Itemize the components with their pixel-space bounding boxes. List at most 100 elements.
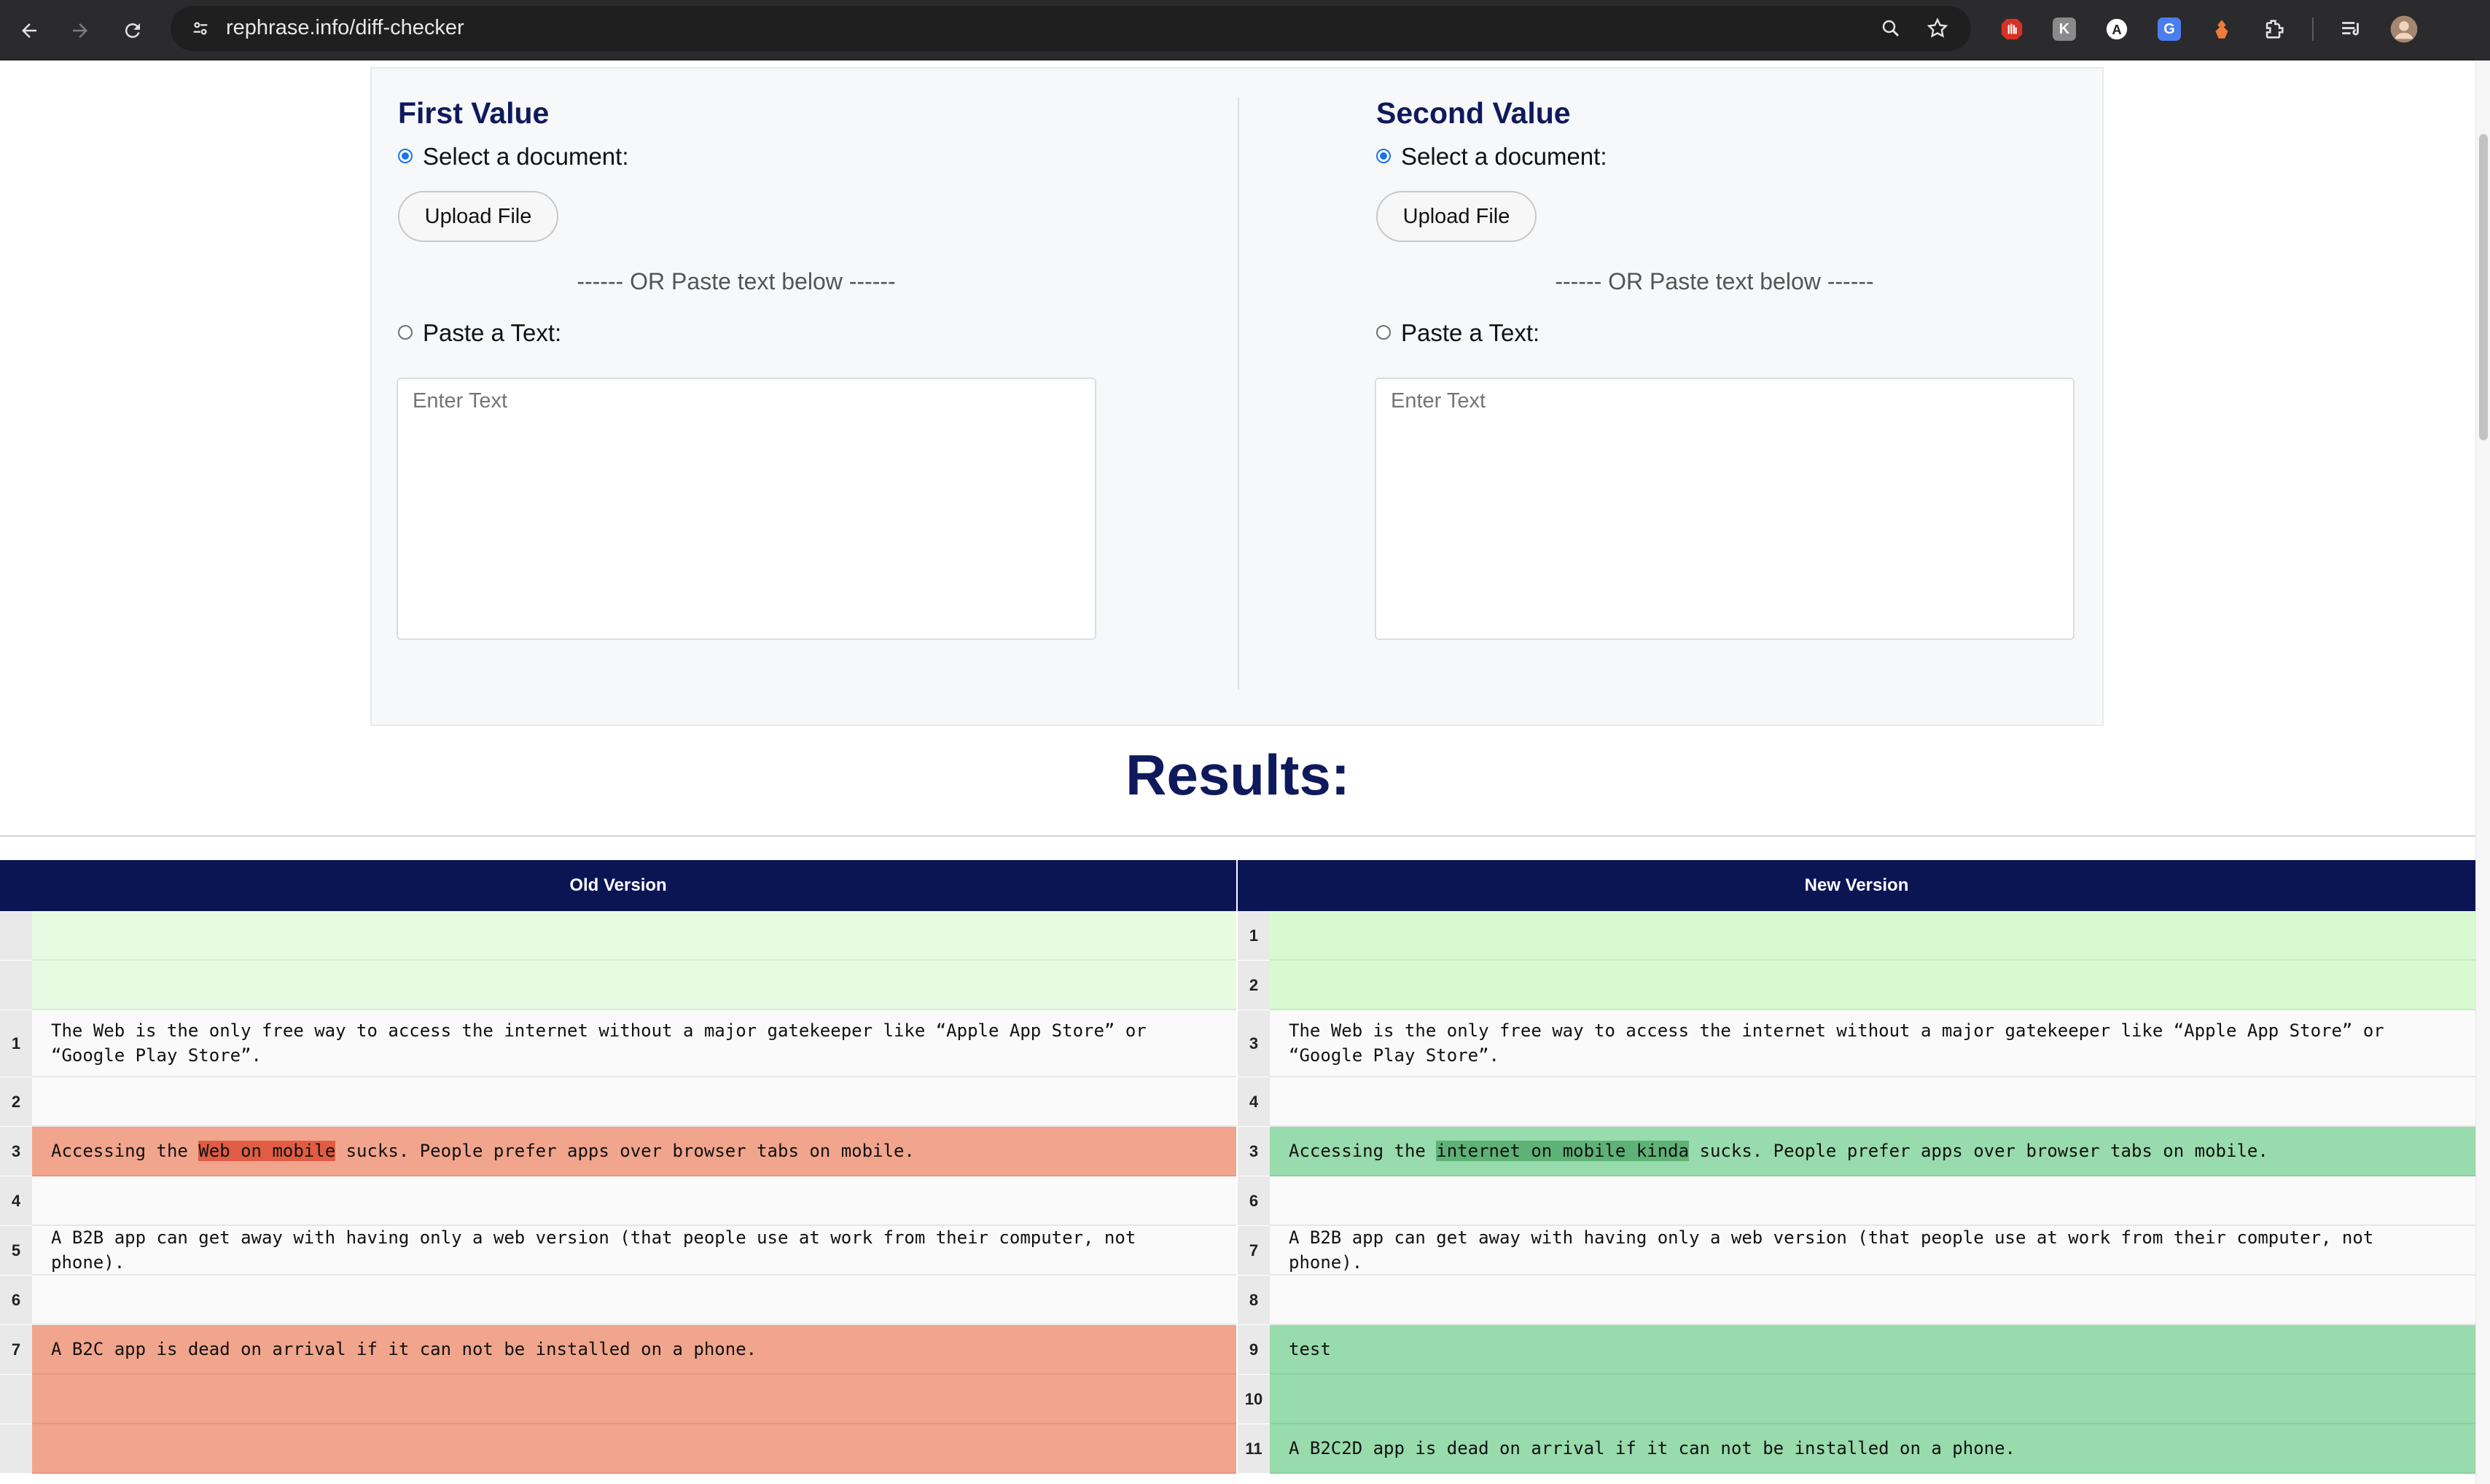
toolbar-divider xyxy=(2312,17,2314,41)
new-line-number: 8 xyxy=(1238,1276,1270,1325)
upload-file-button-1[interactable]: Upload File xyxy=(398,191,558,242)
first-value-textarea[interactable] xyxy=(397,378,1096,640)
first-value-title: First Value xyxy=(398,96,550,130)
old-line-text xyxy=(32,1276,1236,1325)
old-line-number: 3 xyxy=(0,1127,32,1176)
new-line-text: A B2B app can get away with having only … xyxy=(1270,1226,2475,1276)
old-line-text xyxy=(32,911,1236,961)
new-line-text xyxy=(1270,1375,2475,1424)
paste-text-label-2: Paste a Text: xyxy=(1401,319,1540,346)
old-line-number xyxy=(0,961,32,1010)
old-line-text xyxy=(32,1424,1236,1474)
paste-text-radio-1[interactable] xyxy=(398,325,413,340)
new-line-text xyxy=(1270,1176,2475,1226)
old-line-text xyxy=(32,961,1236,1010)
old-line-text xyxy=(32,1077,1236,1127)
new-line-number: 11 xyxy=(1238,1424,1270,1474)
extensions-puzzle-icon[interactable] xyxy=(2260,15,2289,44)
google-translate-icon[interactable]: G xyxy=(2155,15,2184,44)
new-line-text xyxy=(1270,1276,2475,1325)
select-document-label-2: Select a document: xyxy=(1401,143,1607,170)
new-line-number: 3 xyxy=(1238,1127,1270,1176)
adblock-extension-icon[interactable] xyxy=(1997,15,2026,44)
new-line-text xyxy=(1270,961,2475,1010)
line-text-segment: Accessing the xyxy=(1289,1141,1437,1161)
diff-row: 10 xyxy=(0,1375,2475,1424)
back-icon[interactable] xyxy=(10,12,48,50)
diff-row: 68 xyxy=(0,1276,2475,1325)
old-line-text xyxy=(32,1375,1236,1424)
diff-row: 7 A B2C app is dead on arrival if it can … xyxy=(0,1325,2475,1375)
diff-row: 3 Accessing the Web on mobile sucks. Peop… xyxy=(0,1127,2475,1176)
zoom-icon[interactable] xyxy=(1876,14,1905,43)
old-line-number: 6 xyxy=(0,1276,32,1325)
page-scrollbar[interactable] xyxy=(2475,61,2490,1484)
old-line-number: 7 xyxy=(0,1325,32,1375)
forward-icon[interactable] xyxy=(61,12,99,50)
new-line-text xyxy=(1270,911,2475,961)
diff-row: 46 xyxy=(0,1176,2475,1226)
select-document-radio-2[interactable] xyxy=(1376,149,1391,163)
line-text-segment: Accessing the xyxy=(51,1141,199,1161)
paste-text-label-1: Paste a Text: xyxy=(423,319,562,346)
column-divider xyxy=(1238,98,1239,690)
second-value-textarea[interactable] xyxy=(1375,378,2075,640)
extension-a-icon[interactable]: A xyxy=(2102,15,2131,44)
results-divider xyxy=(0,835,2475,837)
line-text-segment: The Web is the only free way to access t… xyxy=(1289,1020,2395,1066)
tab-search-icon[interactable] xyxy=(2337,15,2366,44)
old-line-number: 5 xyxy=(0,1226,32,1276)
new-line-number: 9 xyxy=(1238,1325,1270,1375)
line-text-segment: sucks. People prefer apps over browser t… xyxy=(335,1141,915,1161)
line-text-segment: A B2C app is dead on arrival if it can n… xyxy=(51,1339,757,1359)
old-line-number: 2 xyxy=(0,1077,32,1127)
first-value-column: First Value Select a document: Upload Fi… xyxy=(372,69,1210,725)
or-paste-text-1: ------ OR Paste text below ------ xyxy=(577,268,896,294)
added-text-highlight: internet on mobile kinda xyxy=(1436,1141,1690,1161)
new-line-number: 4 xyxy=(1238,1077,1270,1127)
old-line-text: Accessing the Web on mobile sucks. Peopl… xyxy=(32,1127,1236,1176)
scrollbar-thumb[interactable] xyxy=(2479,134,2488,440)
address-bar[interactable]: rephrase.info/diff-checker xyxy=(171,6,1971,51)
site-info-icon[interactable] xyxy=(185,13,216,44)
line-text-segment: sucks. People prefer apps over browser t… xyxy=(1689,1141,2268,1161)
diff-row: 24 xyxy=(0,1077,2475,1127)
removed-text-highlight: Web on mobile xyxy=(198,1141,336,1161)
extension-k-icon[interactable]: K xyxy=(2050,15,2079,44)
old-version-header: Old Version xyxy=(0,860,1236,911)
select-document-radio-1[interactable] xyxy=(398,149,413,163)
avatar[interactable] xyxy=(2389,15,2419,44)
paste-text-radio-2[interactable] xyxy=(1376,325,1391,340)
line-text-segment: test xyxy=(1289,1339,1331,1359)
old-line-text: A B2C app is dead on arrival if it can n… xyxy=(32,1325,1236,1375)
diff-row: 1 xyxy=(0,911,2475,961)
new-version-header: New Version xyxy=(1238,860,2475,911)
second-value-column: Second Value Select a document: Upload F… xyxy=(1350,69,2188,725)
diff-row: 11 A B2C2D app is dead on arrival if it c… xyxy=(0,1424,2475,1474)
line-text-segment: A B2C2D app is dead on arrival if it can… xyxy=(1289,1438,2015,1458)
line-text-segment: A B2B app can get away with having only … xyxy=(51,1227,1147,1273)
old-line-number: 1 xyxy=(0,1010,32,1077)
diff-input-panel: First Value Select a document: Upload Fi… xyxy=(370,67,2104,726)
new-line-number: 2 xyxy=(1238,961,1270,1010)
url-text[interactable]: rephrase.info/diff-checker xyxy=(226,16,464,40)
new-line-text: Accessing the internet on mobile kinda s… xyxy=(1270,1127,2475,1176)
old-line-text: The Web is the only free way to access t… xyxy=(32,1010,1236,1077)
select-document-label-1: Select a document: xyxy=(423,143,629,170)
old-line-number xyxy=(0,1375,32,1424)
or-paste-text-2: ------ OR Paste text below ------ xyxy=(1555,268,1874,294)
new-line-number: 6 xyxy=(1238,1176,1270,1226)
results-heading: Results: xyxy=(1125,743,1350,807)
new-line-number: 7 xyxy=(1238,1226,1270,1276)
new-line-text xyxy=(1270,1077,2475,1127)
extension-orange-icon[interactable] xyxy=(2207,15,2236,44)
old-line-text: A B2B app can get away with having only … xyxy=(32,1226,1236,1276)
bookmark-star-icon[interactable] xyxy=(1923,14,1952,43)
new-line-number: 3 xyxy=(1238,1010,1270,1077)
new-line-number: 1 xyxy=(1238,911,1270,961)
old-line-number: 4 xyxy=(0,1176,32,1226)
upload-file-button-2[interactable]: Upload File xyxy=(1376,191,1537,242)
new-line-text: test xyxy=(1270,1325,2475,1375)
new-line-text: The Web is the only free way to access t… xyxy=(1270,1010,2475,1077)
reload-icon[interactable] xyxy=(114,12,152,50)
